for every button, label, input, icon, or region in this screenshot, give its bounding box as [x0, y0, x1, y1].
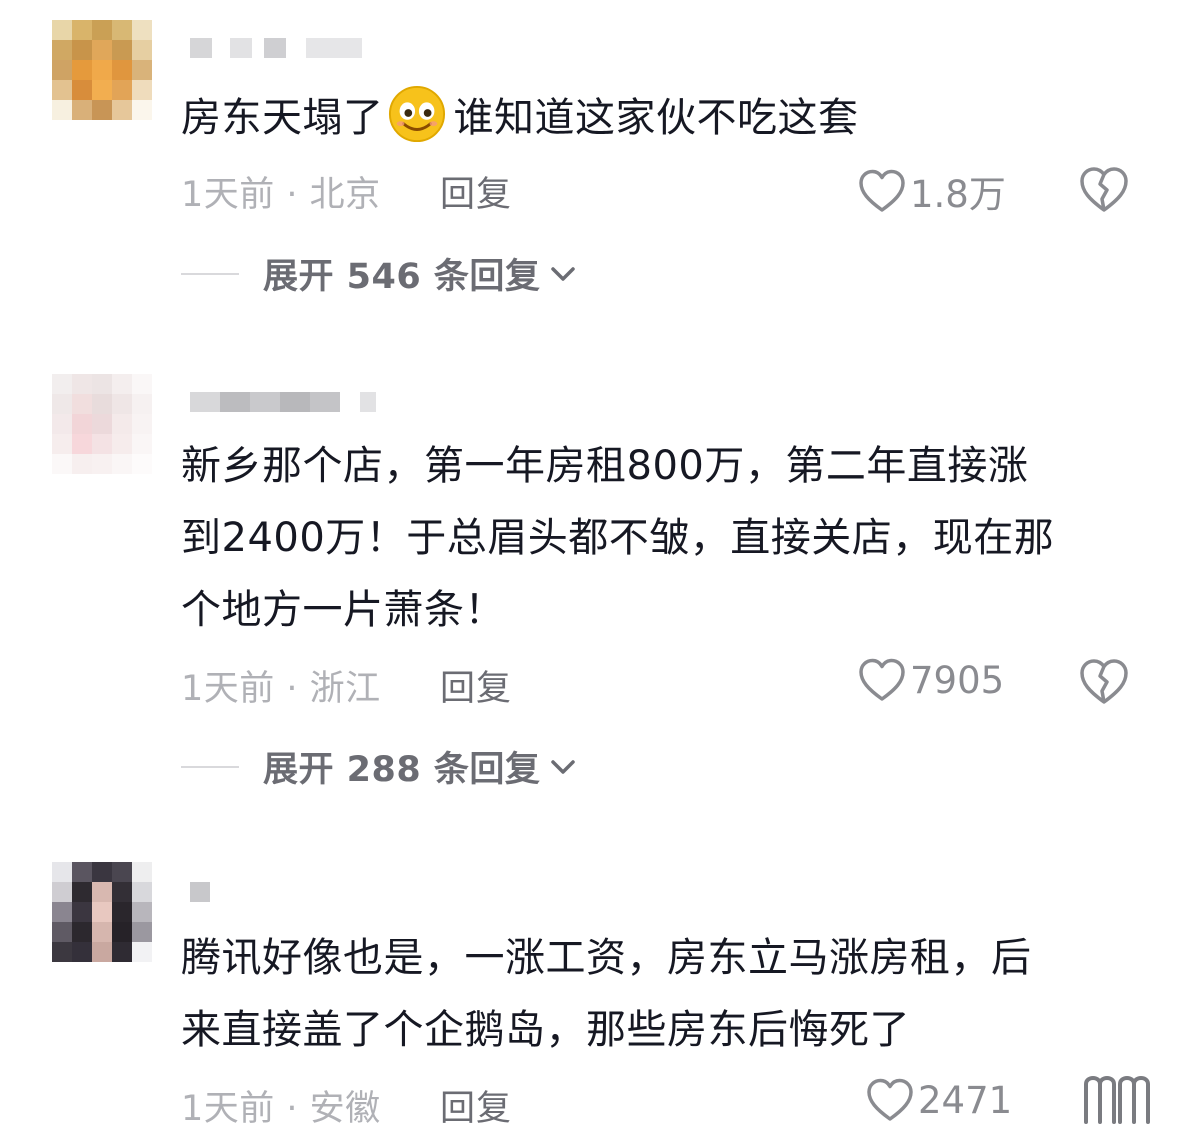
watermark-logo: [1084, 1076, 1150, 1124]
like-count: 7905: [910, 658, 1005, 702]
username-blurred[interactable]: [190, 862, 210, 902]
divider-line: [181, 272, 239, 275]
reply-button[interactable]: 回复: [440, 1080, 512, 1131]
heart-icon: [867, 1078, 913, 1121]
comment-text: 腾讯好像也是，一涨工资，房东立马涨房租，后 来直接盖了个企鹅岛，那些房东后悔死了: [181, 935, 1032, 1053]
avatar[interactable]: [52, 374, 152, 474]
avatar[interactable]: [52, 20, 152, 120]
chevron-down-icon: [551, 759, 576, 774]
comment-text: 房东天塌了 谁知道这家伙不吃这套: [181, 82, 1141, 154]
expand-replies-label: 展开 288 条回复: [263, 750, 541, 790]
username-blurred[interactable]: [190, 18, 362, 58]
username-blurred[interactable]: [190, 372, 376, 412]
reply-button[interactable]: 回复: [440, 166, 512, 217]
comment-text: 新乡那个店，第一年房租800万，第二年直接涨 到2400万！于总眉头都不皱，直接…: [181, 443, 1055, 633]
expand-replies-button[interactable]: 展开 288 条回复: [181, 741, 576, 792]
smiling-face-emoji: [388, 85, 445, 143]
heart-icon: [859, 169, 905, 212]
broken-heart-icon[interactable]: [1078, 658, 1130, 706]
reply-button[interactable]: 回复: [440, 660, 512, 711]
heart-icon: [859, 658, 905, 701]
like-count: 2471: [918, 1078, 1013, 1122]
like-button[interactable]: 7905: [858, 658, 1004, 702]
avatar[interactable]: [52, 862, 152, 962]
comment-time-location: 1天前 · 北京: [181, 175, 381, 215]
chevron-down-icon: [551, 266, 576, 281]
expand-replies-label: 展开 546 条回复: [263, 257, 541, 297]
comment-time-location: 1天前 · 浙江: [181, 669, 381, 709]
broken-heart-icon[interactable]: [1078, 166, 1130, 214]
like-count: 1.8万: [910, 173, 1006, 216]
expand-replies-button[interactable]: 展开 546 条回复: [181, 248, 576, 299]
like-button[interactable]: 2471: [866, 1078, 1012, 1122]
divider-line: [181, 765, 239, 768]
comment-time-location: 1天前 · 安徽: [181, 1089, 381, 1129]
like-button[interactable]: 1.8万: [858, 164, 1006, 218]
